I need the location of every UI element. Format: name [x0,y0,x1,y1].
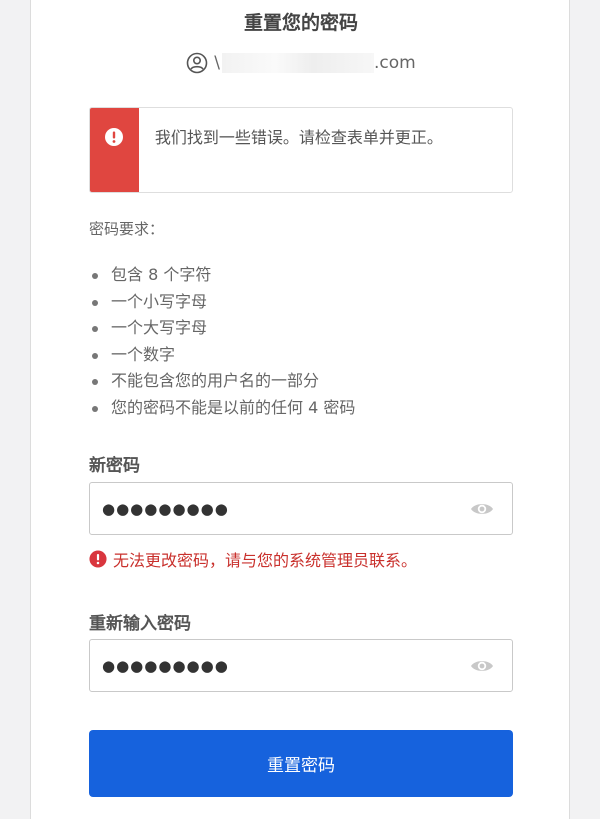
page-title: 重置您的密码 [243,12,358,34]
exclamation-circle-icon [89,550,107,568]
redacted-email [222,53,374,73]
requirements-list: 包含 8 个字符 一个小写字母 一个大写字母 一个数字 不能包含您的用户名的一部… [89,262,355,421]
list-item: 一个数字 [89,342,355,369]
eye-icon[interactable] [470,501,494,517]
error-alert-message: 我们找到一些错误。请检查表单并更正。 [154,128,443,147]
new-password-error-text: 无法更改密码，请与您的系统管理员联系。 [113,551,418,570]
identifier-prefix: \ [214,53,220,73]
new-password-error: 无法更改密码，请与您的系统管理员联系。 [89,547,417,571]
new-password-field[interactable]: ●●●●●●●●● [89,482,513,535]
list-item: 一个小写字母 [89,289,355,316]
list-item: 包含 8 个字符 [89,262,355,289]
new-password-value: ●●●●●●●●● [102,499,229,518]
confirm-password-label: 重新输入密码 [89,614,191,634]
confirm-password-field[interactable]: ●●●●●●●●● [89,639,513,692]
confirm-password-value: ●●●●●●●●● [102,656,229,675]
list-item: 您的密码不能是以前的任何 4 密码 [89,395,355,422]
list-item: 一个大写字母 [89,315,355,342]
requirements-title: 密码要求： [89,220,165,238]
form-error-alert: 我们找到一些错误。请检查表单并更正。 [89,107,513,193]
eye-icon[interactable] [470,658,494,674]
reset-password-button[interactable]: 重置密码 [89,730,513,797]
identifier-suffix: .com [374,53,416,73]
list-item: 不能包含您的用户名的一部分 [89,368,355,395]
reset-password-card: 重置您的密码 \ .com 我们找到一些错误。请检查表单并更正。 密码要求： 包含… [30,0,570,819]
exclamation-circle-icon [105,128,124,146]
error-alert-bar [90,108,139,192]
user-identifier: \ .com [31,50,571,76]
user-circle-icon [186,52,208,74]
new-password-label: 新密码 [89,456,140,476]
